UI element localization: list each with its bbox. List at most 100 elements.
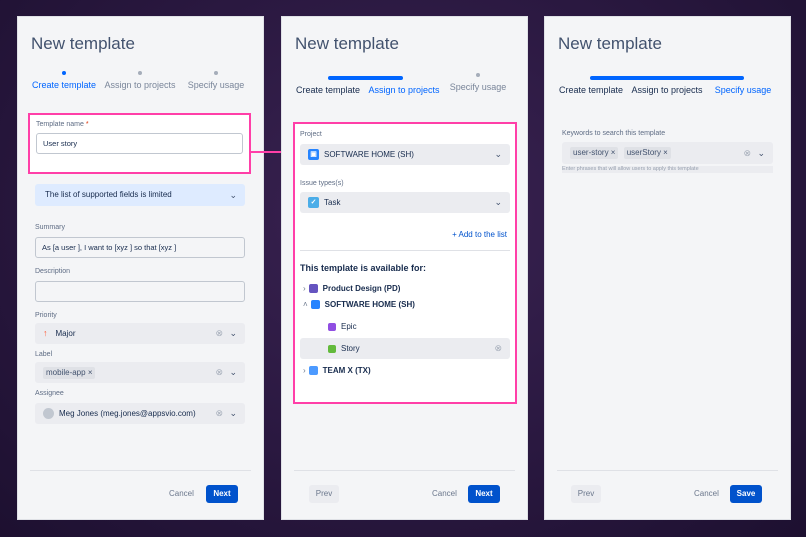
project-avatar-icon bbox=[308, 366, 318, 376]
task-icon: ✓ bbox=[308, 197, 319, 209]
footer-divider bbox=[30, 470, 251, 471]
project-value: SOFTWARE HOME (SH) bbox=[324, 150, 414, 159]
label-label: Label bbox=[35, 351, 53, 358]
keyword-tag: user-story × bbox=[570, 147, 619, 159]
label-select[interactable]: mobile-app × ⊗ ⌄ bbox=[35, 362, 245, 383]
chevron-down-icon: ⌄ bbox=[229, 328, 237, 338]
next-button[interactable]: Next bbox=[468, 485, 500, 503]
tree-item-story: Story bbox=[328, 344, 360, 353]
step-progress-bar bbox=[590, 76, 744, 80]
step-create-template[interactable]: Create template bbox=[292, 85, 364, 95]
save-button[interactable]: Save bbox=[730, 485, 762, 503]
remove-tag-icon[interactable]: × bbox=[611, 148, 616, 157]
step-label: Assign to projects bbox=[104, 80, 176, 90]
summary-input[interactable]: As [a user ], I want to [xyz ] so that [… bbox=[35, 237, 245, 258]
priority-select[interactable]: ↑ Major ⊗ ⌄ bbox=[35, 323, 245, 344]
template-name-input[interactable]: User story bbox=[36, 133, 243, 154]
avatar bbox=[43, 408, 54, 420]
step-specify-usage[interactable]: Specify usage bbox=[180, 71, 252, 90]
keywords-hint: Enter phrases that will allow users to a… bbox=[562, 166, 699, 172]
tree-item-product-design[interactable]: › Product Design (PD) bbox=[303, 284, 401, 294]
chevron-down-icon: ⌄ bbox=[229, 408, 237, 418]
epic-icon bbox=[328, 322, 336, 331]
tree-item-story-row[interactable]: Story ⊗ bbox=[300, 338, 510, 359]
step-label: Create template bbox=[558, 85, 624, 95]
assignee-value: Meg Jones (meg.jones@appsvio.com) bbox=[59, 409, 196, 418]
tree-label: Product Design (PD) bbox=[322, 284, 401, 293]
description-input[interactable] bbox=[35, 281, 245, 302]
step-create-template[interactable]: Create template bbox=[28, 71, 100, 90]
template-name-label: Template name * bbox=[36, 121, 89, 128]
step-label: Assign to projects bbox=[631, 85, 703, 95]
project-label: Project bbox=[300, 131, 322, 138]
tree-item-team-x[interactable]: › TEAM X (TX) bbox=[303, 366, 371, 376]
tree-item-epic[interactable]: Epic bbox=[328, 322, 357, 331]
chevron-down-icon: ⌄ bbox=[229, 367, 237, 377]
project-select[interactable]: ▣ SOFTWARE HOME (SH) ⌄ bbox=[300, 144, 510, 165]
chevron-down-icon: ⌄ bbox=[229, 190, 237, 200]
tree-label: SOFTWARE HOME (SH) bbox=[324, 300, 415, 309]
step-dot bbox=[476, 73, 480, 77]
project-icon: ▣ bbox=[308, 149, 319, 161]
step-label: Create template bbox=[31, 80, 97, 90]
page-title: New template bbox=[31, 34, 135, 53]
prev-button[interactable]: Prev bbox=[571, 485, 601, 503]
project-avatar-icon bbox=[310, 300, 320, 310]
divider bbox=[300, 250, 510, 251]
template-name-highlight: Template name * User story bbox=[28, 113, 251, 174]
clear-icon[interactable]: ⊗ bbox=[215, 362, 223, 383]
info-banner-text: The list of supported fields is limited bbox=[45, 190, 172, 199]
chevron-up-icon: ˄ bbox=[303, 300, 308, 309]
step-create-template[interactable]: Create template bbox=[555, 85, 627, 95]
cancel-button[interactable]: Cancel bbox=[694, 485, 719, 503]
tree-item-software-home[interactable]: ˄ SOFTWARE HOME (SH) bbox=[303, 300, 415, 310]
remove-tag-icon[interactable]: × bbox=[663, 148, 668, 157]
chevron-right-icon: › bbox=[303, 284, 306, 293]
prev-button[interactable]: Prev bbox=[309, 485, 339, 503]
description-label: Description bbox=[35, 268, 71, 275]
project-assignment-highlight: Project ▣ SOFTWARE HOME (SH) ⌄ Issue type… bbox=[293, 122, 517, 404]
chevron-down-icon: ⌄ bbox=[757, 148, 765, 158]
next-button[interactable]: Next bbox=[206, 485, 238, 503]
step-assign-projects[interactable]: Assign to projects bbox=[368, 85, 440, 95]
clear-icon[interactable]: ⊗ bbox=[215, 323, 223, 344]
page-title: New template bbox=[558, 34, 662, 53]
step-progress-bar bbox=[328, 76, 403, 80]
cancel-button[interactable]: Cancel bbox=[169, 485, 194, 503]
remove-tag-icon[interactable]: × bbox=[88, 368, 93, 377]
step-label: Assign to projects bbox=[368, 85, 440, 95]
assignee-select[interactable]: Meg Jones (meg.jones@appsvio.com) ⊗ ⌄ bbox=[35, 403, 245, 424]
specify-usage-panel: New template Create template Assign to p… bbox=[544, 16, 791, 520]
clear-icon[interactable]: ⊗ bbox=[215, 403, 223, 424]
step-label: Specify usage bbox=[449, 82, 507, 92]
tree-label: Story bbox=[341, 344, 360, 353]
issue-type-select[interactable]: ✓ Task ⌄ bbox=[300, 192, 510, 213]
clear-icon[interactable]: ⊗ bbox=[494, 338, 502, 359]
step-assign-projects[interactable]: Assign to projects bbox=[104, 71, 176, 90]
step-dot bbox=[138, 71, 142, 75]
clear-icon[interactable]: ⊗ bbox=[743, 142, 751, 164]
info-banner[interactable]: The list of supported fields is limited … bbox=[35, 184, 245, 206]
chevron-down-icon: ⌄ bbox=[494, 149, 502, 159]
step-label: Specify usage bbox=[714, 85, 772, 95]
assignee-label: Assignee bbox=[35, 390, 64, 397]
keyword-tag: userStory × bbox=[623, 147, 671, 159]
issue-types-label: Issue types(s) bbox=[300, 180, 344, 187]
step-assign-projects[interactable]: Assign to projects bbox=[631, 85, 703, 95]
chevron-down-icon: ⌄ bbox=[494, 197, 502, 207]
available-heading: This template is available for: bbox=[300, 263, 427, 273]
footer-divider bbox=[557, 470, 778, 471]
page-title: New template bbox=[295, 34, 399, 53]
chevron-right-icon: › bbox=[303, 366, 306, 375]
assign-projects-panel: New template Create template Assign to p… bbox=[281, 16, 528, 520]
cancel-button[interactable]: Cancel bbox=[432, 485, 457, 503]
project-avatar-icon bbox=[308, 284, 318, 294]
step-label: Create template bbox=[295, 85, 361, 95]
step-specify-usage[interactable]: Specify usage bbox=[442, 73, 514, 92]
tree-label: TEAM X (TX) bbox=[322, 366, 371, 375]
step-specify-usage[interactable]: Specify usage bbox=[707, 85, 779, 95]
keywords-input[interactable]: user-story × userStory × ⊗ ⌄ bbox=[562, 142, 773, 164]
footer-divider bbox=[294, 470, 515, 471]
step-label: Specify usage bbox=[187, 80, 245, 90]
add-to-list-link[interactable]: + Add to the list bbox=[452, 230, 507, 239]
